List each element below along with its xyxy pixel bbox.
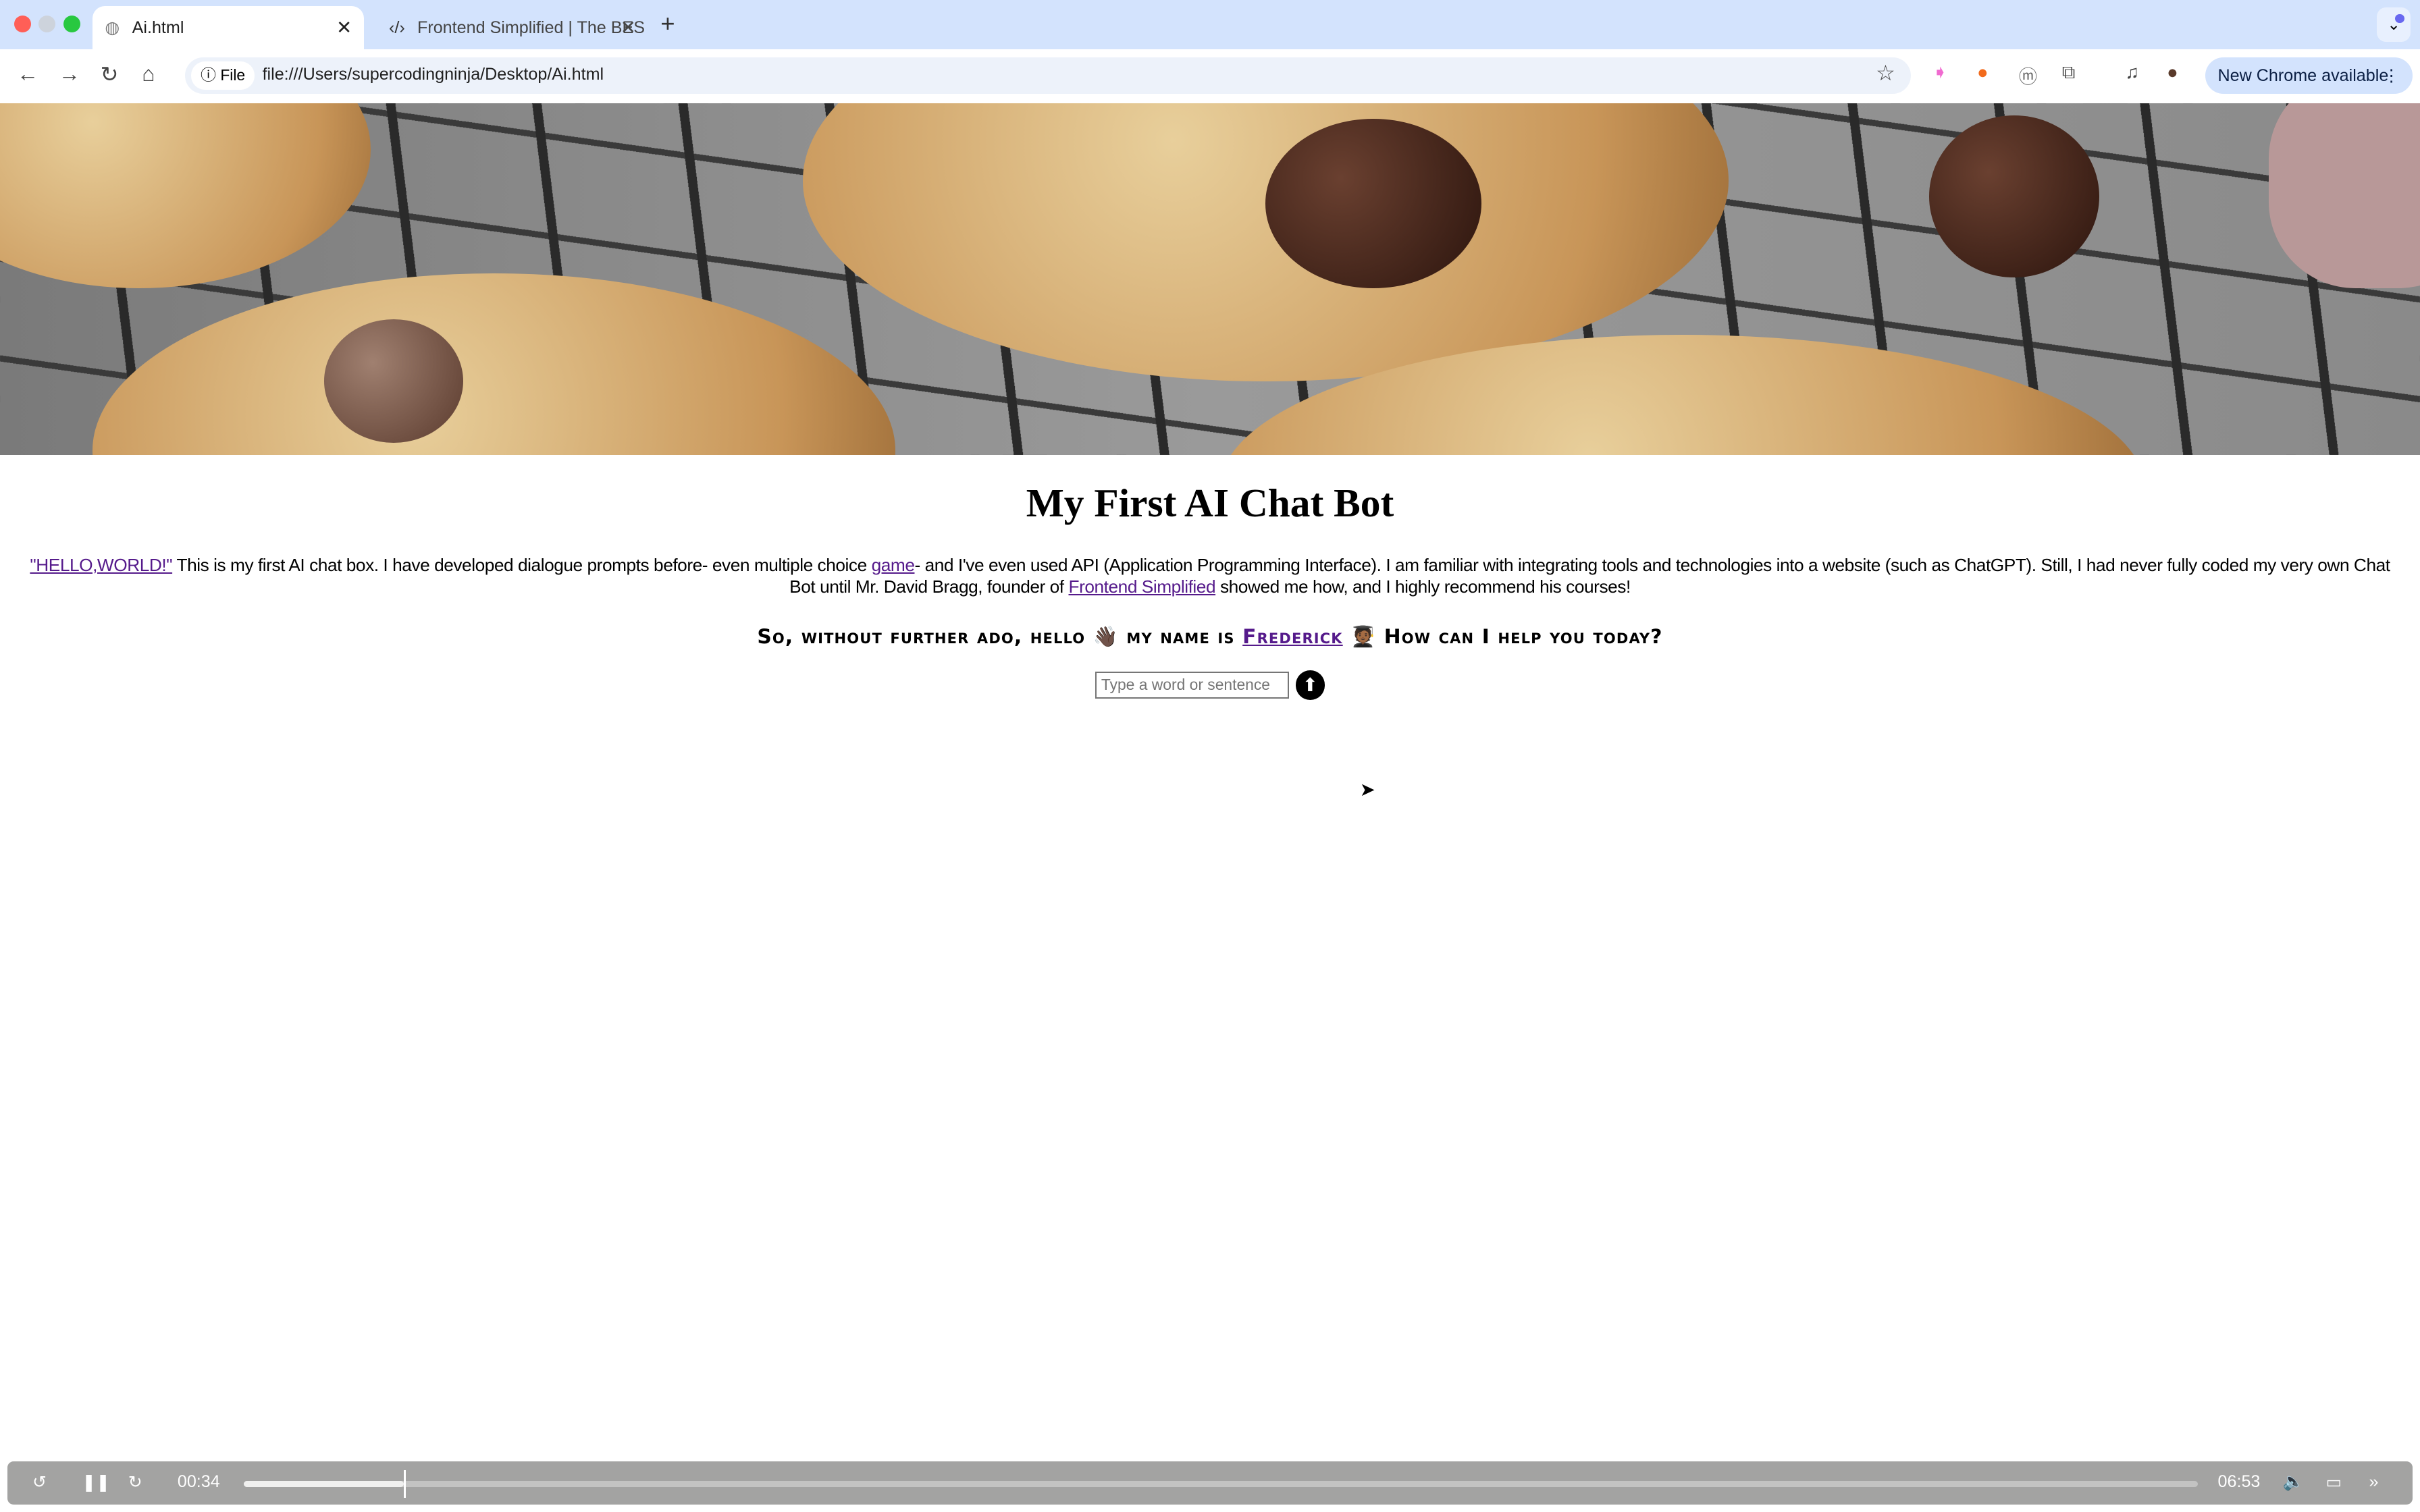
- close-tab-icon[interactable]: ✕: [621, 17, 636, 38]
- info-icon: ⓘ: [201, 66, 221, 84]
- bookmark-star-icon[interactable]: ☆: [1876, 60, 1895, 86]
- tab-frontend-simplified[interactable]: ‹/› Frontend Simplified | The BES ✕: [377, 6, 648, 49]
- notification-dot: [2395, 14, 2405, 24]
- extension-orange-icon[interactable]: ●: [1977, 61, 1989, 83]
- new-tab-button[interactable]: +: [660, 9, 675, 38]
- game-link[interactable]: game: [872, 555, 915, 575]
- address-bar[interactable]: ⓘ File file:///Users/supercodingninja/De…: [185, 57, 1911, 94]
- maximize-window-button[interactable]: [63, 15, 80, 32]
- tab-search-button[interactable]: ⌄: [2376, 7, 2411, 42]
- main-content: My First AI Chat Bot "HELLO,WORLD!" This…: [0, 455, 2420, 700]
- minimize-window-button[interactable]: [38, 15, 56, 32]
- toolbar: ← → ↻ ⌂ ⓘ File file:///Users/supercoding…: [0, 49, 2420, 105]
- site-info-button[interactable]: ⓘ File: [191, 61, 255, 90]
- profile-avatar[interactable]: ●: [2167, 61, 2178, 83]
- chat-input-row: ⬆: [0, 670, 2420, 700]
- tab-title: Ai.html: [132, 18, 184, 37]
- kebab-menu-icon[interactable]: ⋮: [2383, 57, 2400, 94]
- reload-button[interactable]: ↻: [101, 61, 119, 87]
- tab-ai-html[interactable]: ◍ Ai.html ✕: [93, 6, 365, 50]
- extension-m-icon[interactable]: ⓜ: [2019, 61, 2037, 88]
- url-text[interactable]: file:///Users/supercodingninja/Desktop/A…: [263, 65, 604, 84]
- graduate-icon: 🧑🏾‍🎓: [1350, 625, 1377, 649]
- new-chrome-available-button[interactable]: New Chrome available ⋮: [2205, 57, 2413, 94]
- waving-hand-icon: 👋🏿: [1093, 625, 1119, 649]
- globe-icon: ◍: [105, 18, 120, 38]
- forward-button[interactable]: →: [59, 61, 80, 86]
- code-icon: ‹/›: [388, 18, 405, 37]
- scrubber-handle[interactable]: [404, 1470, 406, 1498]
- page-title: My First AI Chat Bot: [1026, 480, 1394, 525]
- arrow-up-icon: ⬆: [1302, 674, 1318, 696]
- media-controls-icon[interactable]: ♫: [2125, 61, 2139, 83]
- tab-bar: ◍ Ai.html ✕ ‹/› Frontend Simplified | Th…: [0, 0, 2420, 50]
- home-button[interactable]: ⌂: [142, 61, 155, 86]
- send-button[interactable]: ⬆: [1295, 670, 1325, 700]
- rewind-15-button[interactable]: ↺: [32, 1472, 47, 1492]
- duration: 06:53: [2217, 1472, 2261, 1491]
- progress-scrubber[interactable]: [244, 1470, 2198, 1498]
- current-time: 00:34: [177, 1472, 220, 1491]
- intro-paragraph: "HELLO,WORLD!" This is my first AI chat …: [30, 554, 2390, 597]
- progress-fill: [244, 1481, 404, 1488]
- extensions-puzzle-icon[interactable]: ⧉: [2062, 61, 2076, 84]
- forward-15-button[interactable]: ↻: [128, 1472, 142, 1492]
- greeting-heading: So, without further ado, hello 👋🏿 my nam…: [757, 625, 1663, 649]
- hero-cookie-image: [0, 103, 2420, 456]
- back-button[interactable]: ←: [17, 61, 38, 86]
- frederick-link[interactable]: Frederick: [1242, 625, 1343, 649]
- video-player-controls: ↺ ❚❚ ↻ 00:34 06:53 🔈 ▭ »: [7, 1461, 2413, 1505]
- close-window-button[interactable]: [14, 15, 31, 32]
- window-controls: [14, 15, 80, 32]
- tab-title: Frontend Simplified | The BES: [417, 18, 646, 37]
- mouse-cursor-icon: ➤: [1359, 779, 1375, 801]
- volume-icon[interactable]: 🔈: [2283, 1472, 2304, 1492]
- extension-arrow-icon[interactable]: ➧: [1932, 61, 1948, 83]
- hello-world-link[interactable]: "HELLO,WORLD!": [30, 555, 172, 575]
- frontend-simplified-link[interactable]: Frontend Simplified: [1069, 576, 1216, 597]
- chat-input[interactable]: [1095, 671, 1290, 699]
- close-tab-icon[interactable]: ✕: [336, 17, 352, 38]
- fast-forward-icon[interactable]: »: [2369, 1472, 2379, 1492]
- airplay-icon[interactable]: ▭: [2326, 1472, 2342, 1492]
- pause-button[interactable]: ❚❚: [82, 1472, 110, 1492]
